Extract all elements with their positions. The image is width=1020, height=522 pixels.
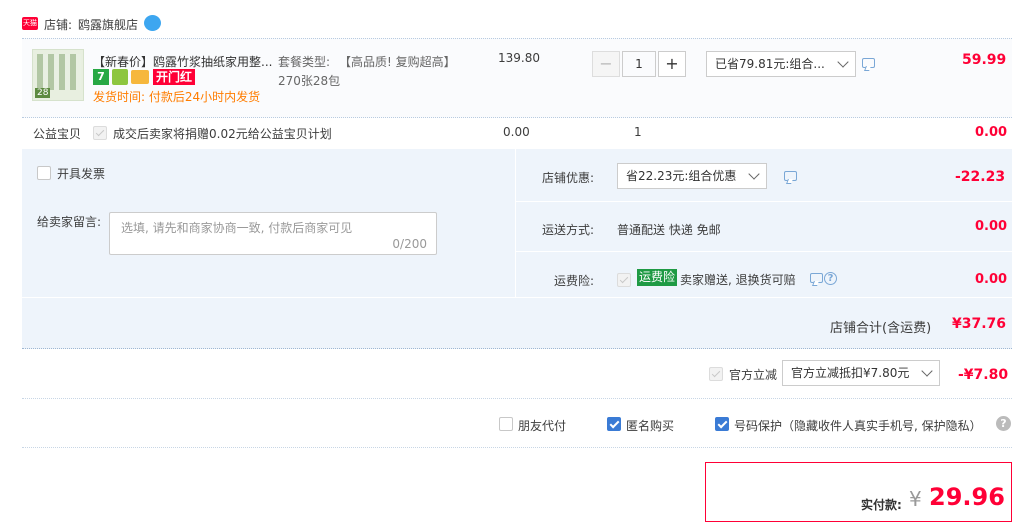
message-char-count: 0/200 <box>392 237 427 251</box>
payment-currency: ¥ <box>909 487 922 511</box>
quantity-stepper: − 1 + <box>592 51 688 77</box>
package-type-value: 【高品质! 复购超高】 <box>339 55 456 69</box>
guarantee-icon <box>112 69 128 85</box>
invoice-label[interactable]: 开具发票 <box>57 165 105 182</box>
quantity-input[interactable]: 1 <box>622 51 656 77</box>
panel-divider-3 <box>22 297 1012 298</box>
shipping-amount: 0.00 <box>975 219 1008 234</box>
charity-subtotal: 0.00 <box>975 125 1008 140</box>
tmall-badge: 天猫 <box>22 17 38 30</box>
official-discount-label: 官方立减 <box>729 368 778 382</box>
official-discount-amount: -¥7.80 <box>958 367 1009 383</box>
official-discount-checkbox <box>709 367 723 381</box>
card-pay-icon <box>131 70 149 84</box>
charity-quantity: 1 <box>634 125 642 139</box>
wangwang-chat-icon[interactable] <box>144 15 161 31</box>
shop-name[interactable]: 鸥露旗舰店 <box>78 16 138 33</box>
chevron-down-icon <box>837 56 849 68</box>
official-discount-select[interactable]: 官方立减抵扣¥7.80元 <box>782 360 940 386</box>
kaimenhong-tag: 开门红 <box>153 69 196 85</box>
chevron-down-icon <box>921 365 933 377</box>
official-discount-select-value: 官方立减抵扣¥7.80元 <box>791 366 910 380</box>
shop-discount-select[interactable]: 省22.23元:组合优惠 <box>617 163 767 189</box>
number-protect-label[interactable]: 号码保护（隐藏收件人真实手机号, 保护隐私） <box>734 417 982 434</box>
friend-pay-checkbox[interactable] <box>499 417 513 431</box>
friend-pay-label[interactable]: 朋友代付 <box>518 417 566 434</box>
insurance-help-icon[interactable]: ? <box>824 272 837 285</box>
anonymous-label[interactable]: 匿名购买 <box>626 417 674 434</box>
payment-label: 实付款: <box>861 498 902 512</box>
number-protect-help-icon[interactable]: ? <box>996 416 1011 431</box>
thumbnail-count-tag: 28 <box>35 88 51 98</box>
shop-total-amount: ¥37.76 <box>952 316 1007 332</box>
panel-divider-1 <box>516 201 1012 202</box>
payment-box: 实付款: ¥ 29.96 <box>705 462 1012 522</box>
insurance-label: 运费险: <box>554 274 595 288</box>
product-thumbnail[interactable]: 28 <box>32 49 84 101</box>
message-textarea[interactable]: 选填, 请先和商家协商一致, 付款后商家可见 0/200 <box>109 212 437 255</box>
item-promo-select[interactable]: 已省79.81元:组合... <box>706 51 856 77</box>
insurance-badge: 运费险 <box>637 269 678 286</box>
message-label: 给卖家留言: <box>37 215 102 229</box>
panel-divider-vertical <box>515 149 516 297</box>
shipping-label: 运送方式: <box>542 223 595 237</box>
promo-info-icon[interactable] <box>862 58 875 68</box>
charity-label: 公益宝贝 <box>33 127 82 141</box>
payment-amount: 29.96 <box>929 483 1005 511</box>
increase-quantity-button[interactable]: + <box>658 51 686 77</box>
charity-price: 0.00 <box>503 125 530 139</box>
package-type-value-2: 270张28包 <box>278 74 341 88</box>
shop-label: 店铺: <box>44 18 73 32</box>
package-type-label: 套餐类型: <box>278 55 331 69</box>
seven-day-return-icon: 7 <box>93 69 109 85</box>
product-tags: 7 开门红 <box>93 69 213 85</box>
panel-divider-2 <box>516 251 1012 252</box>
product-title[interactable]: 【新春价】鸥露竹浆抽纸家用整... <box>93 53 272 70</box>
insurance-checkbox <box>617 273 631 287</box>
item-promo-select-value: 已省79.81元:组合... <box>715 57 825 71</box>
invoice-checkbox[interactable] <box>37 166 51 180</box>
message-placeholder: 选填, 请先和商家协商一致, 付款后商家可见 <box>121 221 353 235</box>
chevron-down-icon <box>748 168 760 180</box>
charity-checkbox <box>93 126 107 140</box>
insurance-amount: 0.00 <box>975 272 1008 287</box>
insurance-info-icon[interactable] <box>810 273 823 283</box>
shop-discount-select-value: 省22.23元:组合优惠 <box>626 169 737 183</box>
number-protect-checkbox[interactable] <box>715 417 729 431</box>
shop-discount-info-icon[interactable] <box>784 171 797 181</box>
shop-discount-label: 店铺优惠: <box>542 171 595 185</box>
shop-header: 天猫 店铺: 鸥露旗舰店 <box>22 14 322 34</box>
charity-text: 成交后卖家将捐赠0.02元给公益宝贝计划 <box>113 127 332 141</box>
shipping-value: 普通配送 快递 免邮 <box>617 223 721 237</box>
decrease-quantity-button[interactable]: − <box>592 51 620 77</box>
insurance-text: 卖家赠送, 退换货可赔 <box>680 273 796 287</box>
anonymous-checkbox[interactable] <box>607 417 621 431</box>
shop-total-label: 店铺合计(含运费) <box>830 321 932 336</box>
shop-discount-amount: -22.23 <box>955 169 1006 185</box>
unit-price: 139.80 <box>498 51 540 65</box>
delivery-time: 发货时间: 付款后24小时内发货 <box>93 90 261 104</box>
item-subtotal: 59.99 <box>962 52 1007 68</box>
